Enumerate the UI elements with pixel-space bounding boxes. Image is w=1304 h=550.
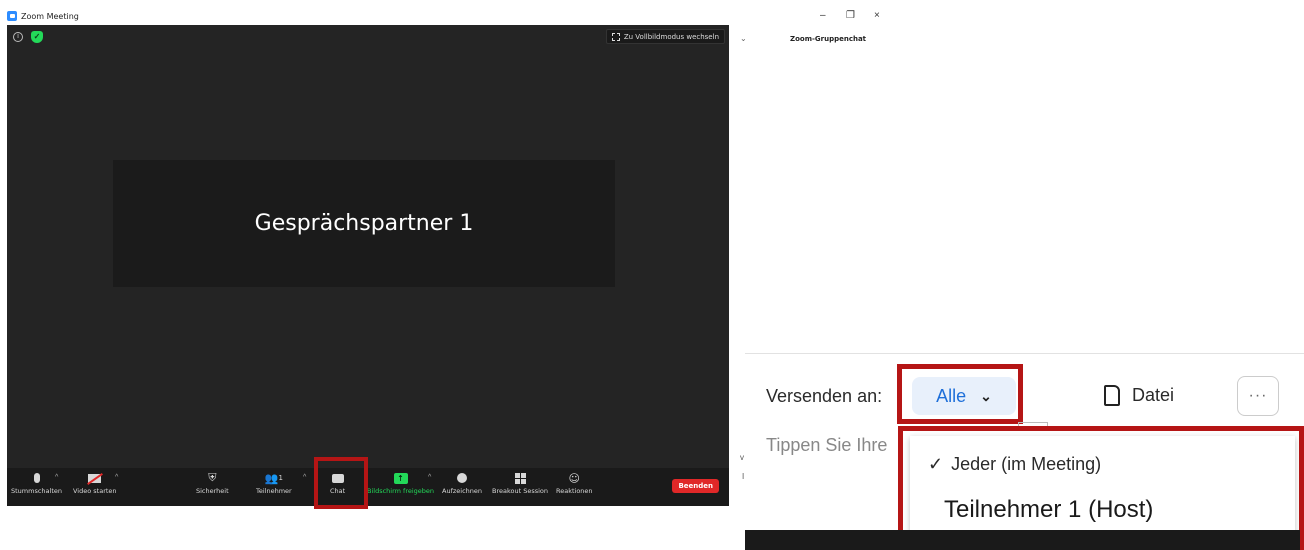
participants-button[interactable]: 👥 1 Teilnehmer: [256, 471, 292, 496]
participant-video-tile[interactable]: Gesprächspartner 1: [113, 160, 615, 287]
share-screen-label: Bildschirm freigeben: [367, 487, 435, 495]
participant-count: 1: [278, 474, 283, 482]
chat-button-highlight: [314, 457, 368, 509]
window-title: Zoom Meeting: [21, 11, 79, 21]
meeting-toolbar: Stummschalten ^ Video starten ^ ⛨ Sicher…: [7, 468, 729, 506]
more-options-button[interactable]: ···: [1237, 376, 1279, 416]
meeting-video-area: i ✓ Zu Vollbildmodus wechseln Gesprächsp…: [7, 25, 729, 506]
video-options-chevron-icon[interactable]: ^: [115, 474, 118, 481]
reactions-button[interactable]: ☺ Reaktionen: [556, 471, 593, 496]
minimize-icon[interactable]: –: [820, 10, 826, 21]
recipient-dropdown-highlight: [897, 364, 1023, 424]
record-button[interactable]: Aufzeichnen: [442, 471, 482, 495]
security-label: Sicherheit: [196, 487, 229, 495]
encryption-shield-icon[interactable]: ✓: [31, 31, 43, 43]
video-label: Video starten: [73, 487, 117, 495]
chat-collapse-chevron-icon[interactable]: ⌄: [740, 34, 747, 43]
info-icon[interactable]: i: [13, 32, 23, 42]
share-screen-button[interactable]: ↑ Bildschirm freigeben: [367, 471, 434, 495]
chat-bottom-bar: [745, 530, 1300, 550]
file-label: Datei: [1132, 385, 1175, 405]
message-input[interactable]: Tippen Sie Ihre: [766, 435, 906, 456]
record-icon: [457, 473, 467, 483]
fullscreen-button[interactable]: Zu Vollbildmodus wechseln: [605, 29, 725, 44]
security-shield-icon: ⛨: [208, 471, 217, 484]
security-button[interactable]: ⛨ Sicherheit: [196, 471, 229, 495]
send-to-label: Versenden an:: [766, 386, 883, 406]
zoom-app-icon: [7, 11, 17, 21]
breakout-grid-icon: [514, 472, 526, 484]
end-meeting-button[interactable]: Beenden: [672, 479, 719, 493]
video-off-icon: [88, 473, 102, 483]
chat-panel-title: Zoom-Gruppenchat: [790, 35, 867, 43]
breakout-label: Breakout Session: [492, 487, 549, 495]
fullscreen-icon: [611, 32, 620, 41]
fullscreen-label: Zu Vollbildmodus wechseln: [623, 32, 719, 41]
mute-label: Stummschalten: [11, 487, 62, 495]
video-button[interactable]: Video starten: [73, 471, 117, 495]
reactions-label: Reaktionen: [556, 487, 593, 495]
reactions-emoji-icon: ☺: [568, 471, 580, 485]
participants-options-chevron-icon[interactable]: ^: [303, 474, 306, 481]
restore-icon[interactable]: ❐: [846, 10, 855, 21]
record-label: Aufzeichnen: [442, 487, 483, 495]
truncated-text-v: v: [740, 453, 744, 462]
file-icon: [1104, 385, 1120, 406]
share-options-chevron-icon[interactable]: ^: [428, 474, 431, 481]
participants-icon: 👥: [264, 471, 279, 485]
breakout-button[interactable]: Breakout Session: [492, 471, 548, 495]
participants-label: Teilnehmer: [256, 487, 292, 495]
participant-name: Gesprächspartner 1: [254, 211, 474, 236]
microphone-icon: [33, 473, 40, 483]
share-screen-icon: ↑: [393, 472, 408, 484]
window-titlebar: Zoom Meeting: [0, 8, 79, 24]
close-icon[interactable]: ×: [874, 10, 880, 21]
audio-options-chevron-icon[interactable]: ^: [55, 474, 58, 481]
file-button[interactable]: Datei: [1104, 385, 1174, 406]
truncated-text-i: I: [742, 472, 745, 481]
chat-divider: [745, 353, 1304, 354]
